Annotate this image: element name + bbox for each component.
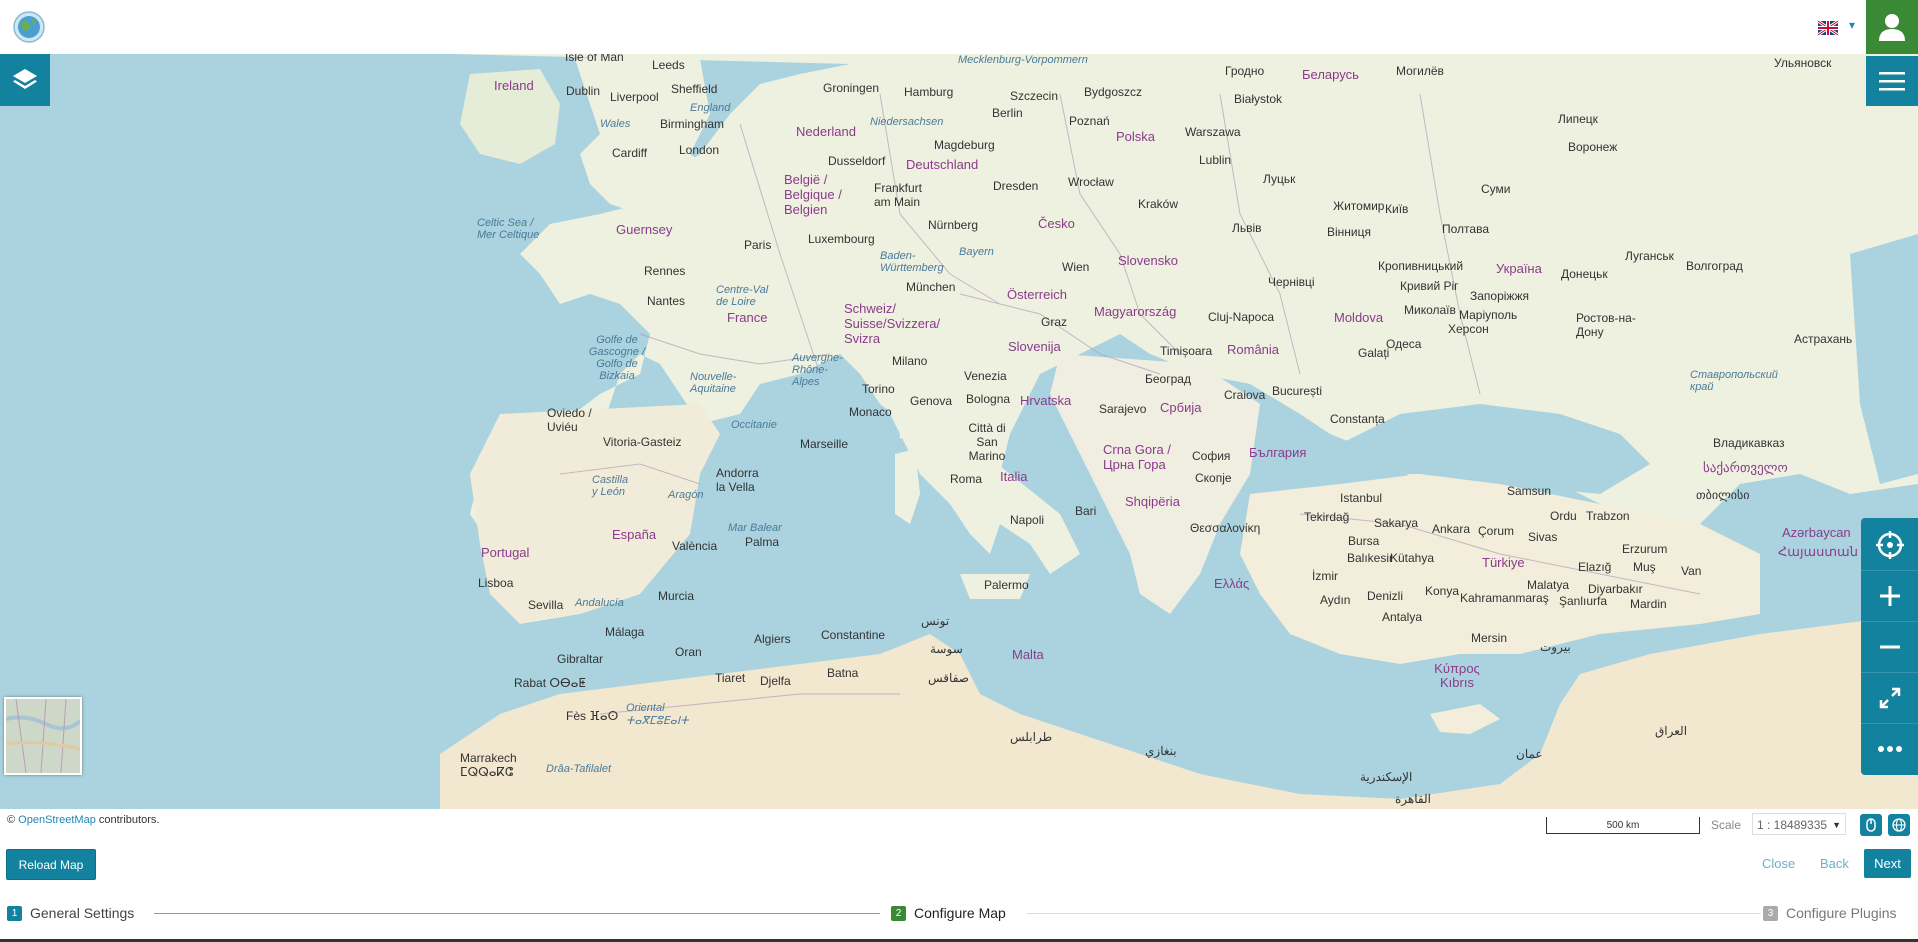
step-configure-map[interactable]: 2 Configure Map	[891, 905, 1006, 921]
scale-bar: 500 km	[1546, 817, 1700, 834]
plus-icon	[1879, 586, 1900, 606]
back-button[interactable]: Back	[1820, 856, 1849, 871]
chevron-down-icon: ▼	[1832, 820, 1841, 830]
step-configure-plugins[interactable]: 3 Configure Plugins	[1763, 905, 1897, 921]
user-menu-button[interactable]	[1866, 0, 1918, 54]
uk-flag-icon[interactable]	[1817, 19, 1839, 37]
openstreetmap-link[interactable]: OpenStreetMap	[18, 814, 96, 826]
chevron-down-icon[interactable]: ▾	[1849, 18, 1855, 32]
map-attribution: © OpenStreetMap contributors.	[7, 814, 159, 826]
layers-button[interactable]	[0, 54, 50, 106]
expand-icon	[1879, 687, 1900, 709]
map-canvas[interactable]: Isle of Man Leeds Ireland Dublin Liverpo…	[0, 54, 1918, 809]
mouse-position-button[interactable]	[1860, 814, 1882, 836]
scale-select[interactable]: 1 : 18489335 ▼	[1752, 813, 1846, 835]
layers-icon	[13, 69, 37, 89]
fullscreen-button[interactable]	[1861, 672, 1918, 723]
scale-label: Scale	[1711, 818, 1742, 832]
attribution-suffix: contributors.	[98, 814, 160, 826]
step-label: Configure Plugins	[1786, 905, 1897, 921]
step-connector	[154, 913, 880, 914]
step-label: Configure Map	[914, 905, 1006, 921]
step-general-settings[interactable]: 1 General Settings	[7, 905, 134, 921]
step-connector	[1027, 913, 1761, 914]
mouse-icon	[1866, 818, 1876, 832]
more-button[interactable]	[1861, 723, 1918, 774]
scale-value: 1 : 18489335	[1757, 818, 1828, 832]
globe-icon	[1892, 818, 1906, 832]
user-icon	[1879, 14, 1905, 41]
step-number: 2	[891, 905, 906, 921]
main-menu-button[interactable]	[1866, 56, 1918, 106]
scale-bar-label: 500 km	[1606, 820, 1640, 831]
map-tools-panel	[1861, 518, 1918, 775]
projection-button[interactable]	[1888, 814, 1910, 836]
hamburger-menu-icon	[1879, 72, 1905, 91]
locate-button[interactable]	[1861, 520, 1918, 570]
step-number: 3	[1763, 905, 1778, 921]
globe-logo-icon[interactable]	[12, 10, 46, 44]
app-header: ▾	[0, 0, 1918, 55]
more-dots-icon	[1877, 746, 1902, 752]
reload-map-button[interactable]: Reload Map	[6, 849, 96, 880]
next-button[interactable]: Next	[1864, 849, 1911, 878]
step-label: General Settings	[30, 905, 135, 921]
copyright-symbol: ©	[7, 814, 16, 826]
map-background	[0, 54, 1918, 809]
zoom-out-button[interactable]	[1861, 621, 1918, 672]
close-button[interactable]: Close	[1762, 856, 1795, 871]
zoom-in-button[interactable]	[1861, 570, 1918, 621]
minus-icon	[1879, 645, 1900, 649]
overview-map-thumbnail[interactable]	[4, 697, 82, 775]
step-number: 1	[7, 905, 22, 921]
crosshair-icon	[1875, 531, 1904, 559]
